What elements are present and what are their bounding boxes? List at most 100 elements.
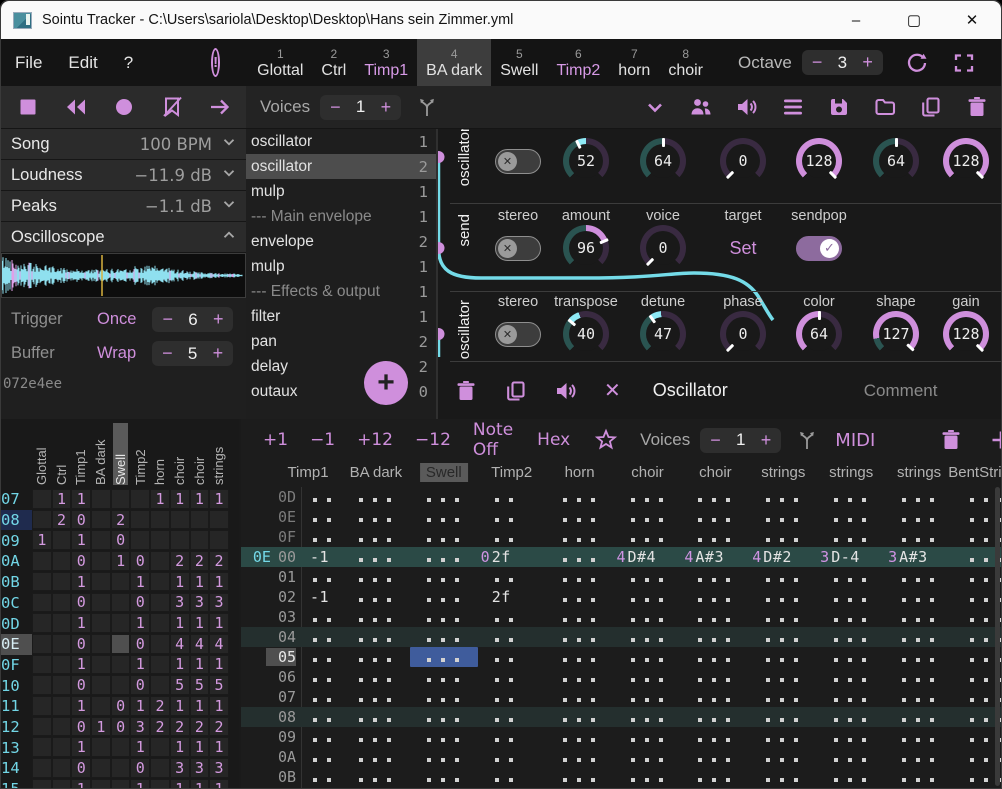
- unit-comment-field[interactable]: Comment: [864, 381, 938, 401]
- midi-button[interactable]: MIDI: [835, 430, 875, 451]
- order-cell[interactable]: 5: [170, 675, 190, 695]
- pattern-cell[interactable]: [953, 648, 1001, 666]
- pattern-cell[interactable]: [410, 548, 478, 566]
- pattern-cell[interactable]: [478, 708, 546, 726]
- star-icon[interactable]: [594, 428, 618, 452]
- order-cell[interactable]: [111, 572, 131, 592]
- add-pattern-icon[interactable]: [989, 428, 1001, 452]
- unit-item-oscillator[interactable]: oscillator1: [246, 129, 436, 154]
- pattern-track-header-ba-dark[interactable]: BA dark: [344, 463, 409, 482]
- order-cell[interactable]: 1: [52, 489, 72, 509]
- pattern-track-header-choir[interactable]: choir: [693, 463, 738, 482]
- pattern-cell[interactable]: [410, 748, 478, 766]
- pattern-cell[interactable]: [749, 708, 817, 726]
- pattern-cell[interactable]: [817, 728, 885, 746]
- order-cell[interactable]: 1: [190, 737, 210, 757]
- order-row-number[interactable]: 13: [1, 737, 32, 758]
- order-cell[interactable]: [32, 593, 52, 613]
- order-cell[interactable]: [91, 613, 111, 633]
- order-cell[interactable]: [209, 530, 229, 550]
- pattern-cell[interactable]: [614, 648, 682, 666]
- order-column-ctrl[interactable]: Ctrl: [54, 423, 69, 485]
- order-cell[interactable]: [150, 655, 170, 675]
- pattern-cell[interactable]: [681, 708, 749, 726]
- order-cell[interactable]: 1: [130, 696, 150, 716]
- order-cell[interactable]: [52, 696, 72, 716]
- order-cell[interactable]: [91, 530, 111, 550]
- order-column-timp2[interactable]: Timp2: [133, 423, 148, 485]
- order-cell[interactable]: 1: [91, 717, 111, 737]
- pattern-cell[interactable]: [546, 728, 614, 746]
- pattern-cell[interactable]: [817, 568, 885, 586]
- order-cell[interactable]: [91, 489, 111, 509]
- order-column-horn[interactable]: horn: [152, 423, 167, 485]
- pattern-cell[interactable]: [614, 508, 682, 526]
- pattern-track-header-strings[interactable]: strings: [755, 463, 811, 482]
- order-cell[interactable]: 1: [190, 613, 210, 633]
- order-cell[interactable]: [150, 510, 170, 530]
- pattern-cell[interactable]: [614, 688, 682, 706]
- order-cell[interactable]: 0: [130, 634, 150, 654]
- close-button[interactable]: ✕: [943, 1, 1001, 39]
- song-header[interactable]: Song100 BPM: [1, 129, 246, 160]
- order-cell[interactable]: 1: [71, 655, 91, 675]
- pattern-cell[interactable]: [342, 748, 410, 766]
- pattern-cell[interactable]: [749, 508, 817, 526]
- pattern-cell[interactable]: [342, 488, 410, 506]
- delete-instrument-icon[interactable]: [965, 95, 989, 119]
- pattern-cell[interactable]: [749, 488, 817, 506]
- order-cell[interactable]: 3: [190, 593, 210, 613]
- pattern-cell[interactable]: [614, 588, 682, 606]
- unit-item-oscillator[interactable]: oscillator2: [246, 154, 436, 179]
- order-column-glottal[interactable]: Glottal: [34, 423, 49, 485]
- pattern-cell[interactable]: [546, 748, 614, 766]
- pattern-cell[interactable]: [342, 548, 410, 566]
- track-tab-timp2[interactable]: 6Timp2: [547, 39, 609, 86]
- pattern-cell[interactable]: [342, 588, 410, 606]
- pattern-cell[interactable]: [478, 608, 546, 626]
- order-cell[interactable]: 5: [190, 675, 210, 695]
- unit-item-mulp[interactable]: mulp1: [246, 179, 436, 204]
- pattern-cell[interactable]: [817, 488, 885, 506]
- oscilloscope-header[interactable]: Oscilloscope: [1, 222, 246, 253]
- pattern-row-number[interactable]: 0E: [241, 508, 296, 526]
- track-tab-timp1[interactable]: 3Timp1: [355, 39, 417, 86]
- pattern-track-header-strings[interactable]: strings: [891, 463, 947, 482]
- stereo-toggle[interactable]: ✕: [495, 149, 541, 174]
- order-cell[interactable]: 1: [170, 655, 190, 675]
- pattern-cell[interactable]: [546, 628, 614, 646]
- order-cell[interactable]: 1: [209, 572, 229, 592]
- delete-unit-icon[interactable]: [454, 379, 478, 403]
- pattern-cell[interactable]: [614, 568, 682, 586]
- order-cell[interactable]: [32, 634, 52, 654]
- menu-item-edit[interactable]: Edit: [68, 53, 97, 73]
- order-column-swell[interactable]: Swell: [113, 423, 128, 485]
- order-row-number[interactable]: 0B: [1, 572, 32, 593]
- pattern-cell[interactable]: [817, 648, 885, 666]
- pattern-row-number[interactable]: 09: [241, 728, 296, 746]
- pattern-cell[interactable]: [478, 648, 546, 666]
- pattern-cell[interactable]: [953, 768, 1001, 786]
- order-cell[interactable]: [52, 572, 72, 592]
- order-cell[interactable]: [52, 758, 72, 778]
- pattern-cell[interactable]: 02f: [478, 548, 546, 566]
- pattern-cell[interactable]: [478, 568, 546, 586]
- pattern-cell[interactable]: [546, 648, 614, 666]
- order-cell[interactable]: [91, 696, 111, 716]
- order-cell[interactable]: 3: [130, 717, 150, 737]
- pattern-row-number[interactable]: 0F: [241, 528, 296, 546]
- order-row-number[interactable]: 07: [1, 489, 32, 510]
- detune-knob[interactable]: 64: [640, 138, 686, 184]
- pattern-cell[interactable]: 3D-4: [817, 548, 885, 566]
- order-cell[interactable]: [111, 655, 131, 675]
- order-cell[interactable]: [52, 613, 72, 633]
- order-cell[interactable]: 0: [111, 717, 131, 737]
- pattern-voices-minus-button[interactable]: −: [710, 430, 721, 451]
- order-cell[interactable]: [111, 758, 131, 778]
- order-cell[interactable]: 0: [71, 510, 91, 530]
- order-cell[interactable]: 2: [170, 717, 190, 737]
- order-cell[interactable]: 1: [130, 779, 150, 789]
- order-cell[interactable]: 1: [170, 696, 190, 716]
- order-cell[interactable]: 0: [71, 717, 91, 737]
- order-cell[interactable]: [111, 613, 131, 633]
